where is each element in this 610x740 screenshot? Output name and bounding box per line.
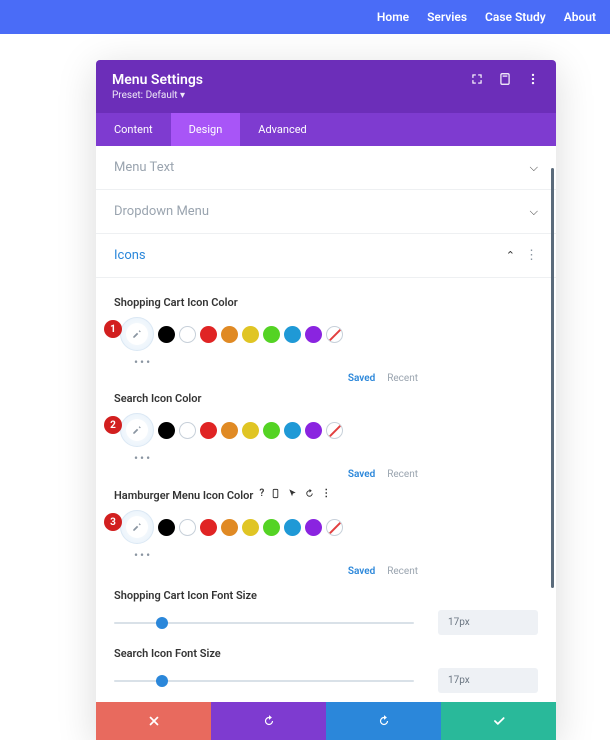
color-swatch[interactable] <box>305 519 322 536</box>
color-swatch[interactable] <box>221 422 238 439</box>
tab-design[interactable]: Design <box>171 113 241 146</box>
more-swatches[interactable]: ••• <box>134 548 538 562</box>
font-size-slider[interactable] <box>114 673 414 689</box>
panel-title: Menu Settings <box>112 72 203 88</box>
eyedropper-button[interactable] <box>120 510 154 544</box>
color-swatch[interactable] <box>158 326 175 343</box>
section-more-icon[interactable]: ⋮ <box>525 248 538 263</box>
color-swatch[interactable] <box>263 422 280 439</box>
chevron-down-icon: ⌵ <box>530 161 538 175</box>
section-icons[interactable]: Icons ⌃ ⋮ <box>96 234 556 278</box>
eyedropper-button[interactable] <box>120 317 154 351</box>
tabs: Content Design Advanced <box>96 113 556 146</box>
color-swatch[interactable] <box>200 519 217 536</box>
more-icon[interactable]: ⋮ <box>321 488 331 502</box>
close-button[interactable] <box>96 702 211 740</box>
undo-button[interactable] <box>211 702 326 740</box>
saved-tab[interactable]: Saved <box>348 566 375 577</box>
help-icon[interactable] <box>498 72 512 89</box>
reset-icon[interactable] <box>304 488 315 502</box>
section-dropdown[interactable]: Dropdown Menu ⌵ <box>96 190 556 234</box>
color-swatch[interactable] <box>179 326 196 343</box>
nav-about[interactable]: About <box>564 10 596 24</box>
recent-tab[interactable]: Recent <box>387 469 418 480</box>
color-swatch[interactable] <box>242 422 259 439</box>
color-field-label: Hamburger Menu Icon Color ? ⋮ <box>114 488 538 502</box>
color-swatch[interactable] <box>179 422 196 439</box>
font-size-slider[interactable] <box>114 615 414 631</box>
color-swatch[interactable] <box>263 326 280 343</box>
panel-preset[interactable]: Preset: Default ▾ <box>112 90 203 101</box>
annotation-badge: 1 <box>104 320 122 338</box>
phone-icon[interactable] <box>270 488 281 502</box>
save-button[interactable] <box>441 702 556 740</box>
annotation-badge: 3 <box>104 513 122 531</box>
chevron-up-icon: ⌃ <box>506 249 515 262</box>
panel-body: Menu Text ⌵ Dropdown Menu ⌵ Icons ⌃ ⋮ Sh… <box>96 146 556 702</box>
color-swatch[interactable] <box>242 519 259 536</box>
nav-services[interactable]: Servies <box>427 10 467 24</box>
color-swatch[interactable] <box>284 326 301 343</box>
nav-case-study[interactable]: Case Study <box>485 10 546 24</box>
top-nav: Home Servies Case Study About <box>0 0 610 34</box>
color-swatch[interactable] <box>200 326 217 343</box>
saved-tab[interactable]: Saved <box>348 469 375 480</box>
swatch-row: 2 <box>114 413 538 447</box>
font-size-input[interactable]: 17px <box>438 610 538 635</box>
more-swatches[interactable]: ••• <box>134 355 538 369</box>
color-swatch[interactable] <box>263 519 280 536</box>
swatch-row: 3 <box>114 510 538 544</box>
swatch-row: 1 <box>114 317 538 351</box>
size-field-label: Shopping Cart Icon Font Size <box>114 589 538 602</box>
more-icon[interactable] <box>526 72 540 89</box>
panel-header: Menu Settings Preset: Default ▾ <box>96 60 556 113</box>
tab-content[interactable]: Content <box>96 113 171 146</box>
color-field-label: Shopping Cart Icon Color <box>114 296 538 309</box>
recent-tab[interactable]: Recent <box>387 373 418 384</box>
nav-home[interactable]: Home <box>377 10 409 24</box>
section-label: Icons <box>114 248 146 263</box>
color-swatch-none[interactable] <box>326 326 343 343</box>
color-swatch[interactable] <box>179 519 196 536</box>
tab-advanced[interactable]: Advanced <box>240 113 324 146</box>
help-icon[interactable]: ? <box>259 488 264 502</box>
color-swatch-none[interactable] <box>326 519 343 536</box>
more-swatches[interactable]: ••• <box>134 451 538 465</box>
expand-icon[interactable] <box>470 72 484 89</box>
size-field-label: Search Icon Font Size <box>114 647 538 660</box>
color-swatch[interactable] <box>305 422 322 439</box>
font-size-input[interactable]: 17px <box>438 668 538 693</box>
chevron-down-icon: ⌵ <box>530 205 538 219</box>
scrollbar[interactable] <box>551 168 554 588</box>
section-menu-text[interactable]: Menu Text ⌵ <box>96 146 556 190</box>
saved-tab[interactable]: Saved <box>348 373 375 384</box>
cursor-icon[interactable] <box>287 488 298 502</box>
color-swatch[interactable] <box>158 422 175 439</box>
color-swatch[interactable] <box>284 519 301 536</box>
color-swatch[interactable] <box>221 519 238 536</box>
color-swatch[interactable] <box>158 519 175 536</box>
eyedropper-button[interactable] <box>120 413 154 447</box>
footer-bar <box>96 702 556 740</box>
annotation-badge: 2 <box>104 416 122 434</box>
section-label: Dropdown Menu <box>114 204 209 219</box>
color-swatch[interactable] <box>242 326 259 343</box>
settings-panel: Menu Settings Preset: Default ▾ Content … <box>96 60 556 740</box>
icons-section-body: Shopping Cart Icon Color 1 ••• Saved Rec… <box>96 278 556 702</box>
color-swatch-none[interactable] <box>326 422 343 439</box>
color-swatch[interactable] <box>284 422 301 439</box>
color-swatch[interactable] <box>200 422 217 439</box>
recent-tab[interactable]: Recent <box>387 566 418 577</box>
section-label: Menu Text <box>114 160 174 175</box>
color-field-label: Search Icon Color <box>114 392 538 405</box>
redo-button[interactable] <box>326 702 441 740</box>
color-swatch[interactable] <box>221 326 238 343</box>
color-swatch[interactable] <box>305 326 322 343</box>
